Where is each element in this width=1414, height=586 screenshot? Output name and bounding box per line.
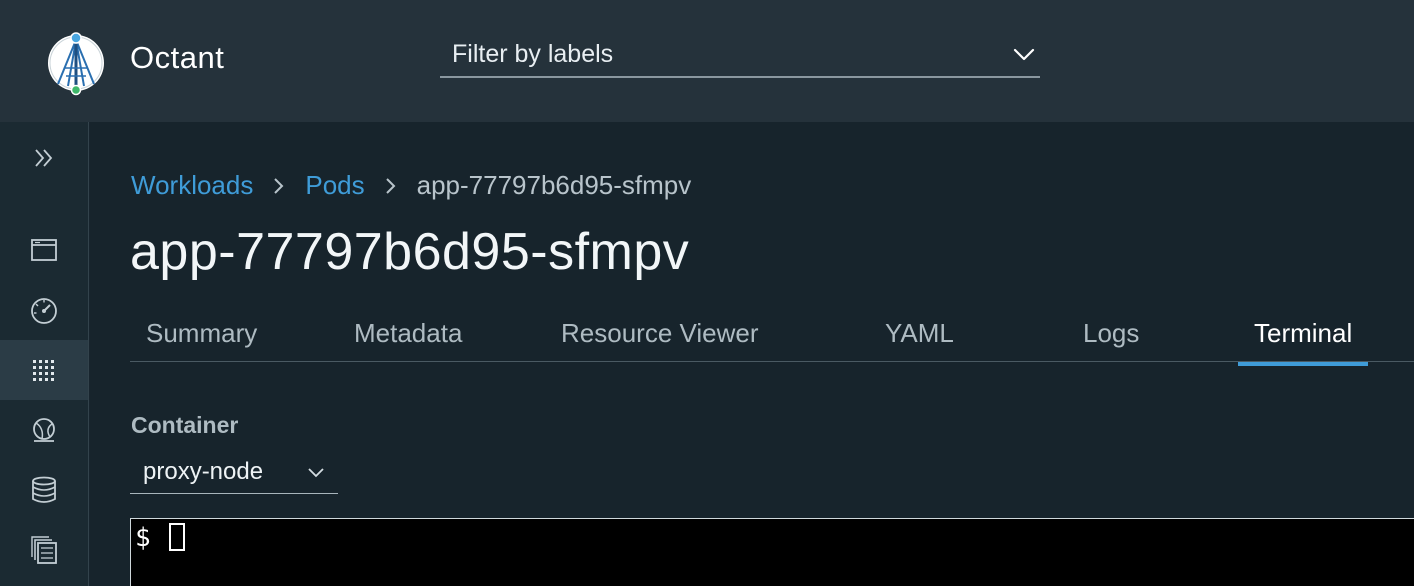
sidebar-item-dashboard[interactable] (0, 280, 88, 340)
copy-documents-icon (31, 536, 57, 564)
tab-logs[interactable]: Logs (1083, 318, 1139, 362)
browser-window-icon (31, 239, 57, 261)
sidebar-item-network[interactable] (0, 400, 88, 460)
container-select-value: proxy-node (143, 458, 264, 485)
container-select[interactable]: proxy-node (130, 452, 338, 494)
page-title: app-77797b6d95-sfmpv (130, 223, 690, 281)
grid-dots-icon (33, 360, 54, 381)
chevron-down-icon (308, 468, 324, 478)
container-label: Container (131, 412, 239, 438)
octant-logo[interactable] (44, 28, 108, 98)
sidebar-expand-toggle[interactable] (0, 128, 88, 188)
chevron-right-icon (385, 177, 396, 194)
terminal-console[interactable]: $ (130, 518, 1414, 586)
breadcrumb: Workloads Pods app-77797b6d95-sfmpv (131, 170, 691, 201)
main-content: Workloads Pods app-77797b6d95-sfmpv app-… (90, 122, 1414, 586)
top-header: Octant Filter by labels (0, 0, 1414, 122)
app-title: Octant (130, 40, 225, 75)
tab-terminal[interactable]: Terminal (1238, 318, 1369, 366)
dashboard-gauge-icon (31, 298, 57, 324)
breadcrumb-workloads-link[interactable]: Workloads (131, 170, 253, 201)
chevron-right-icon (274, 177, 284, 194)
tab-summary[interactable]: Summary (146, 318, 257, 362)
sidebar-item-overview[interactable] (0, 220, 88, 280)
sidebar-item-config[interactable] (0, 520, 88, 580)
tab-metadata[interactable]: Metadata (354, 318, 462, 362)
terminal-prompt: $ (135, 523, 151, 553)
label-filter-dropdown[interactable]: Filter by labels (440, 32, 1040, 78)
terminal-cursor (169, 523, 185, 551)
double-chevron-right-icon (35, 149, 53, 167)
breadcrumb-current-pod: app-77797b6d95-sfmpv (416, 170, 692, 200)
sidebar-item-storage[interactable] (0, 460, 88, 520)
tab-resource-viewer[interactable]: Resource Viewer (561, 318, 759, 362)
label-filter-placeholder: Filter by labels (452, 40, 614, 68)
tab-bar: Summary Metadata Resource Viewer YAML Lo… (130, 312, 1414, 366)
breadcrumb-pods-link[interactable]: Pods (305, 170, 364, 201)
octant-app: Octant Filter by labels Workloads Pods a… (0, 0, 1414, 586)
network-globe-icon (33, 418, 55, 442)
chevron-down-icon (1013, 48, 1035, 61)
sidebar-item-workloads[interactable] (0, 340, 88, 400)
database-icon (32, 476, 56, 503)
sidebar-nav (0, 122, 89, 586)
tab-yaml[interactable]: YAML (885, 318, 954, 362)
